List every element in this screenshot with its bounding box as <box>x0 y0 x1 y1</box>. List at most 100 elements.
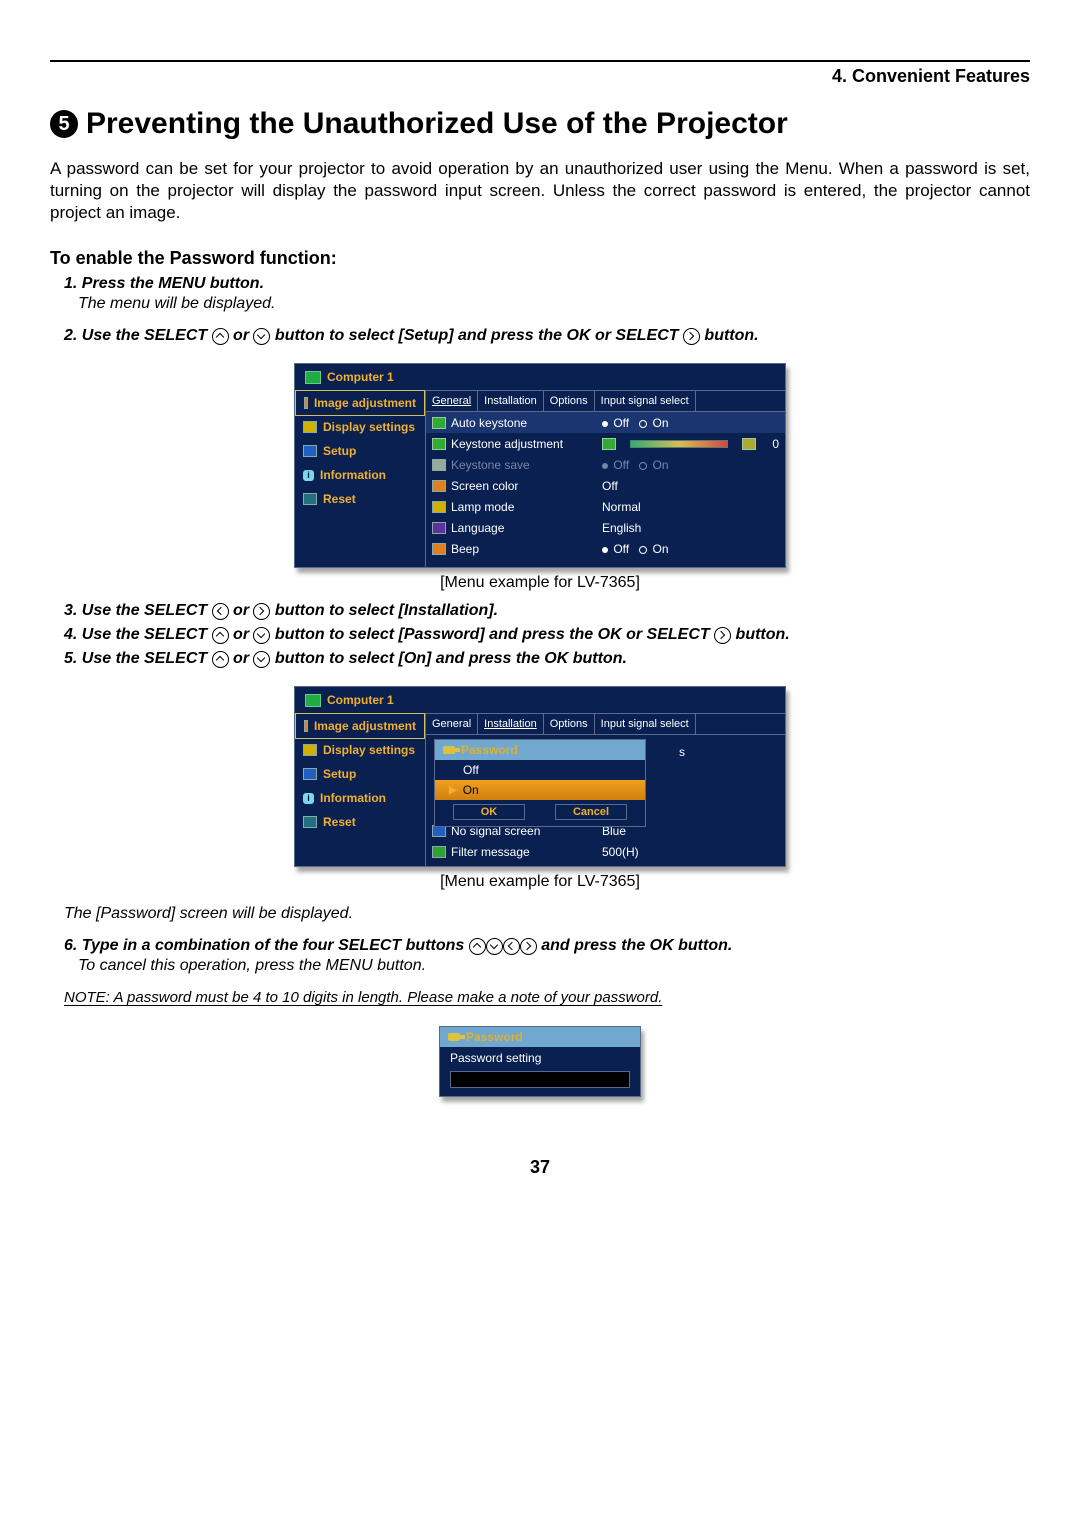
keystone-save-icon <box>432 459 446 471</box>
osd-source-title-2: Computer 1 <box>295 687 785 714</box>
cancel-note: To cancel this operation, press the MENU… <box>78 957 1030 975</box>
arrow-up-icon <box>212 651 229 668</box>
popup-off[interactable]: Off <box>435 760 645 780</box>
image-icon <box>304 720 308 732</box>
step-3: 3. Use the SELECT or button to select [I… <box>64 602 1030 620</box>
reset-icon <box>303 816 317 828</box>
key-icon <box>443 746 455 754</box>
tab-options[interactable]: Options <box>544 391 595 411</box>
rule-top <box>50 60 1030 62</box>
menu-caption-1: [Menu example for LV-7365] <box>440 574 640 592</box>
popup-ok-button[interactable]: OK <box>453 804 525 820</box>
step-5: 5. Use the SELECT or button to select [O… <box>64 650 1030 668</box>
password-entry-box: Password Password setting <box>439 1026 641 1097</box>
row-auto-keystone[interactable]: Auto keystone Off On <box>426 412 785 433</box>
step-1: 1. Press the MENU button. <box>64 275 1030 293</box>
row-lamp-mode[interactable]: Lamp mode Normal <box>426 496 785 517</box>
tab-installation[interactable]: Installation <box>478 391 544 411</box>
arrow-down-icon <box>253 651 270 668</box>
filter-icon <box>432 846 446 858</box>
sidebar-information[interactable]: iInformation <box>295 463 425 487</box>
step-2: 2. Use the SELECT or button to select [S… <box>64 327 1030 345</box>
password-length-note: NOTE: A password must be 4 to 10 digits … <box>64 989 1030 1006</box>
osd-menu-general: Computer 1 Image adjustment Display sett… <box>294 363 786 568</box>
section-title: 5 Preventing the Unauthorized Use of the… <box>50 107 1030 141</box>
step-4: 4. Use the SELECT or button to select [P… <box>64 626 1030 644</box>
menu-caption-2: [Menu example for LV-7365] <box>440 873 640 891</box>
osd-source-title: Computer 1 <box>295 364 785 391</box>
row-filter-message[interactable]: Filter message 500(H) <box>426 841 785 866</box>
keystone-slider[interactable] <box>630 440 728 448</box>
sidebar-image-adjustment-2[interactable]: Image adjustment <box>295 713 425 739</box>
sidebar-setup[interactable]: Setup <box>295 439 425 463</box>
reset-icon <box>303 493 317 505</box>
page-number: 37 <box>50 1157 1030 1178</box>
arrow-right-icon <box>714 627 731 644</box>
chapter-label: 4. Convenient Features <box>50 66 1030 87</box>
password-box-title: Password <box>440 1027 640 1047</box>
osd-menu-installation: Computer 1 Image adjustment Display sett… <box>294 686 786 867</box>
row-screen-color[interactable]: Screen color Off <box>426 475 785 496</box>
sidebar-reset[interactable]: Reset <box>295 487 425 511</box>
selection-arrow-icon: ▶ <box>449 785 457 796</box>
arrow-down-icon <box>486 938 503 955</box>
projector-icon <box>305 694 321 707</box>
display-icon <box>303 421 317 433</box>
arrow-left-icon <box>212 603 229 620</box>
sub-heading: To enable the Password function: <box>50 248 1030 269</box>
sidebar-display-settings-2[interactable]: Display settings <box>295 738 425 762</box>
sidebar-reset-2[interactable]: Reset <box>295 810 425 834</box>
row-language[interactable]: Language English <box>426 517 785 538</box>
step-1-sub: The menu will be displayed. <box>78 295 1030 313</box>
arrow-down-icon <box>253 328 270 345</box>
slider-left-icon <box>602 438 616 450</box>
keystone-icon <box>432 417 446 429</box>
sidebar-image-adjustment[interactable]: Image adjustment <box>295 390 425 416</box>
popup-on[interactable]: ▶On <box>435 780 645 800</box>
slider-right-icon <box>742 438 756 450</box>
arrow-right-icon <box>683 328 700 345</box>
arrow-right-icon <box>520 938 537 955</box>
tab-installation-2[interactable]: Installation <box>478 714 544 734</box>
arrow-left-icon <box>503 938 520 955</box>
password-input-field[interactable] <box>450 1071 630 1088</box>
projector-icon <box>305 371 321 384</box>
beep-icon <box>432 543 446 555</box>
tab-input-signal[interactable]: Input signal select <box>595 391 696 411</box>
section-number-badge: 5 <box>50 110 78 138</box>
arrow-up-icon <box>469 938 486 955</box>
screen-color-icon <box>432 480 446 492</box>
display-icon <box>303 744 317 756</box>
osd-sidebar-2: Image adjustment Display settings Setup … <box>295 714 426 866</box>
language-icon <box>432 522 446 534</box>
intro-paragraph: A password can be set for your projector… <box>50 158 1030 224</box>
osd-tabs: General Installation Options Input signa… <box>426 391 785 412</box>
arrow-up-icon <box>212 627 229 644</box>
password-screen-note: The [Password] screen will be displayed. <box>64 905 1030 923</box>
image-icon <box>304 397 308 409</box>
password-popup-title: Password <box>435 740 645 760</box>
password-setting-label: Password setting <box>450 1051 541 1065</box>
arrow-down-icon <box>253 627 270 644</box>
password-popup: Password Off ▶On OK Cancel <box>434 739 646 827</box>
sidebar-information-2[interactable]: iInformation <box>295 786 425 810</box>
info-icon: i <box>303 793 314 804</box>
sidebar-setup-2[interactable]: Setup <box>295 762 425 786</box>
tab-general-2[interactable]: General <box>426 714 478 734</box>
keystone-adj-icon <box>432 438 446 450</box>
row-keystone-adjustment[interactable]: Keystone adjustment 0 <box>426 433 785 454</box>
arrow-up-icon <box>212 328 229 345</box>
row-beep[interactable]: Beep Off On <box>426 538 785 567</box>
section-title-text: Preventing the Unauthorized Use of the P… <box>86 107 788 141</box>
tab-general[interactable]: General <box>426 391 478 411</box>
setup-icon <box>303 768 317 780</box>
setup-icon <box>303 445 317 457</box>
step-6: 6. Type in a combination of the four SEL… <box>64 937 1030 955</box>
row-keystone-save: Keystone save Off On <box>426 454 785 475</box>
tab-input-signal-2[interactable]: Input signal select <box>595 714 696 734</box>
sidebar-display-settings[interactable]: Display settings <box>295 415 425 439</box>
popup-cancel-button[interactable]: Cancel <box>555 804 627 820</box>
osd-sidebar: Image adjustment Display settings Setup … <box>295 391 426 567</box>
tab-options-2[interactable]: Options <box>544 714 595 734</box>
info-icon: i <box>303 470 314 481</box>
